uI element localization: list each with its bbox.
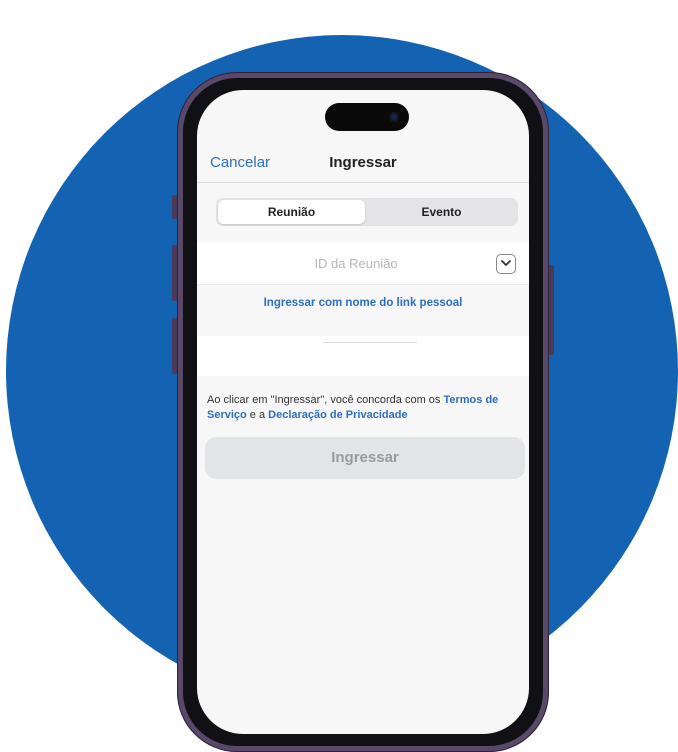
segment-reuniao[interactable]: Reunião <box>218 200 365 224</box>
meeting-id-input[interactable] <box>227 253 485 273</box>
navigation-bar: Cancelar Ingressar <box>197 146 529 183</box>
camera-icon <box>389 112 399 122</box>
terms-middle-text: e a <box>246 409 269 421</box>
phone-screen: Cancelar Ingressar Reunião Evento Ingres… <box>197 90 529 734</box>
join-button[interactable]: Ingressar <box>205 437 525 479</box>
segmented-control: Reunião Evento <box>216 198 518 226</box>
page-title: Ingressar <box>329 154 397 171</box>
phone-frame: Cancelar Ingressar Reunião Evento Ingres… <box>177 72 549 752</box>
personal-link-name-link[interactable]: Ingressar com nome do link pessoal <box>197 297 529 309</box>
meeting-id-row <box>197 242 529 285</box>
terms-notice: Ao clicar em "Ingressar", você concorda … <box>207 393 521 423</box>
chevron-down-icon <box>501 260 511 266</box>
segment-evento[interactable]: Evento <box>367 200 516 224</box>
terms-prefix-text: Ao clicar em "Ingressar", você concorda … <box>207 394 444 406</box>
meeting-id-dropdown-button[interactable] <box>496 254 516 274</box>
dynamic-island <box>325 103 409 131</box>
name-input-underline <box>323 342 417 343</box>
name-input-row[interactable] <box>197 336 529 376</box>
phone-bezel: Cancelar Ingressar Reunião Evento Ingres… <box>183 78 543 746</box>
privacy-policy-link[interactable]: Declaração de Privacidade <box>268 409 407 421</box>
